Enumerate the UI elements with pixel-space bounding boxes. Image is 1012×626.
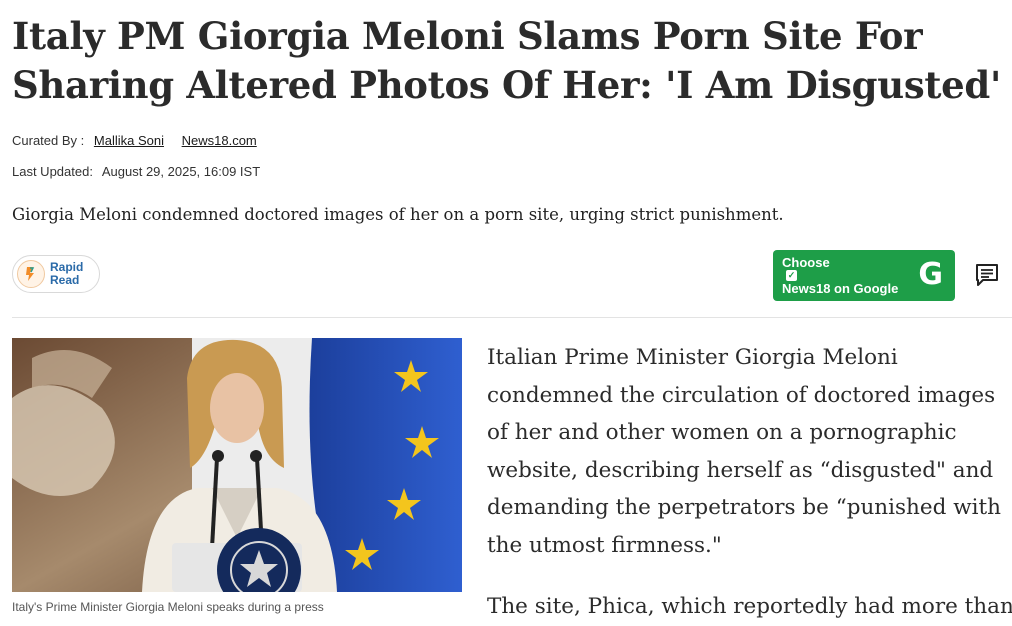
divider: [12, 317, 1012, 318]
source-link[interactable]: News18.com: [182, 133, 257, 148]
rapid-read-button[interactable]: Rapid Read: [12, 255, 100, 293]
google-button-line2: News18 on Google: [782, 281, 899, 296]
last-updated: Last Updated: August 29, 2025, 16:09 IST: [12, 164, 260, 179]
rapid-read-line2: Read: [50, 273, 80, 287]
byline: Curated By : Mallika Soni News18.com: [12, 133, 271, 148]
article-headline: Italy PM Giorgia Meloni Slams Porn Site …: [12, 14, 1001, 107]
choose-news18-on-google-button[interactable]: Choose ✓ News18 on Google G: [773, 250, 955, 301]
curated-by-label: Curated By :: [12, 133, 85, 148]
google-g-icon: G: [918, 257, 943, 292]
check-icon: ✓: [786, 270, 797, 281]
image-caption: Italy's Prime Minister Giorgia Meloni sp…: [12, 600, 324, 614]
article-paragraph-2: The site, Phica, which reportedly had mo…: [487, 594, 1012, 619]
article-image: [12, 338, 462, 592]
curator-link[interactable]: Mallika Soni: [94, 133, 164, 148]
lightning-icon: [17, 260, 45, 288]
last-updated-label: Last Updated:: [12, 164, 93, 179]
google-button-line1: Choose: [782, 255, 830, 270]
article-summary: Giorgia Meloni condemned doctored images…: [12, 205, 784, 224]
last-updated-date: August 29, 2025, 16:09 IST: [101, 164, 261, 179]
comment-icon[interactable]: [974, 262, 1000, 288]
article-paragraph-1: Italian Prime Minister Giorgia Meloni co…: [487, 345, 1001, 558]
